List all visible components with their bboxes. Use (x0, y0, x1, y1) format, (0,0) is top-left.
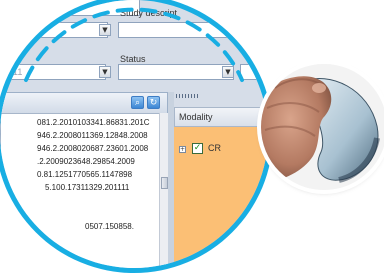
refresh-icon[interactable]: ↻ (147, 96, 160, 109)
list-item[interactable]: 946.2.2008020687.23601.2008 (1, 143, 161, 155)
results-toolbar: ⌕ ↻ (1, 93, 167, 114)
mouse-hand-icon (261, 64, 384, 190)
date-field[interactable]: 2011 (0, 64, 106, 80)
chevron-down-icon[interactable]: ▼ (99, 66, 111, 78)
results-panel: ⌕ ↻ 081.2.2010103341.86831.201C 946.2.20… (0, 92, 169, 268)
modality-title: Modality (179, 112, 213, 122)
feature-illustration: Study descript ▼ Status 2011 ▼ ▼ ⌕ ↻ 081… (0, 0, 384, 275)
search-icon[interactable]: ⌕ (131, 96, 144, 109)
chevron-down-icon[interactable]: ▼ (222, 66, 234, 78)
status-label: Status (120, 54, 146, 64)
list-item[interactable]: 0507.150858. (1, 221, 161, 233)
mouse-photo (261, 64, 384, 190)
study-description-input[interactable] (118, 22, 248, 38)
list-item[interactable]: 0.81.1251770565.1147898 (1, 169, 161, 181)
status-select[interactable] (118, 64, 234, 80)
expand-icon[interactable]: + (179, 146, 186, 153)
modality-header: Modality (174, 107, 268, 127)
magnified-screen: Study descript ▼ Status 2011 ▼ ▼ ⌕ ↻ 081… (0, 0, 268, 268)
scrollbar-thumb[interactable] (161, 177, 168, 189)
study-description-label: Study descript (120, 8, 178, 18)
modality-tree (174, 127, 268, 268)
date-value: 2011 (3, 67, 23, 77)
modality-item-label: CR (208, 143, 221, 153)
chevron-down-icon[interactable]: ▼ (99, 24, 111, 36)
list-item[interactable]: 946.2.2008011369.12848.2008 (1, 130, 161, 142)
splitter-grip[interactable] (176, 94, 198, 98)
check-icon[interactable]: ✓ (192, 143, 203, 154)
uid-list: 081.2.2010103341.86831.201C 946.2.200801… (1, 113, 161, 268)
criteria-field[interactable] (0, 22, 108, 38)
list-item[interactable]: .2.2009023648.29854.2009 (1, 156, 161, 168)
list-item[interactable]: 5.100.17311329.201111 (1, 182, 161, 194)
list-item[interactable]: 081.2.2010103341.86831.201C (1, 117, 161, 129)
